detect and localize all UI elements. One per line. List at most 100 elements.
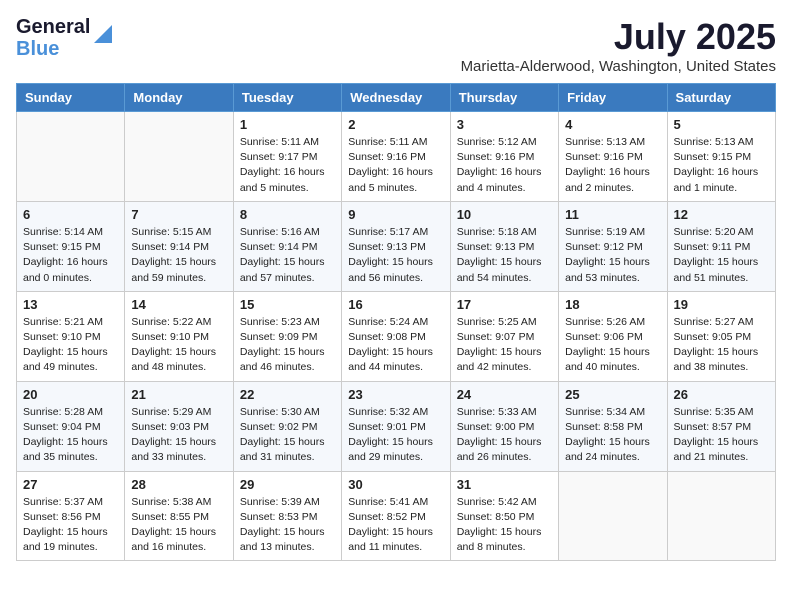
day-info: Sunrise: 5:12 AM Sunset: 9:16 PM Dayligh… bbox=[457, 135, 552, 196]
day-info: Sunrise: 5:42 AM Sunset: 8:50 PM Dayligh… bbox=[457, 495, 552, 556]
calendar-cell: 7 Sunrise: 5:15 AM Sunset: 9:14 PM Daylig… bbox=[125, 201, 233, 291]
day-number: 3 bbox=[457, 117, 552, 132]
calendar-cell: 20 Sunrise: 5:28 AM Sunset: 9:04 PM Dayli… bbox=[17, 381, 125, 471]
day-number: 5 bbox=[674, 117, 769, 132]
day-info: Sunrise: 5:27 AM Sunset: 9:05 PM Dayligh… bbox=[674, 315, 769, 376]
calendar-week-4: 20 Sunrise: 5:28 AM Sunset: 9:04 PM Dayli… bbox=[17, 381, 776, 471]
calendar-week-1: 1 Sunrise: 5:11 AM Sunset: 9:17 PM Daylig… bbox=[17, 112, 776, 202]
day-number: 16 bbox=[348, 297, 443, 312]
day-number: 25 bbox=[565, 387, 660, 402]
calendar-week-3: 13 Sunrise: 5:21 AM Sunset: 9:10 PM Dayli… bbox=[17, 291, 776, 381]
day-number: 6 bbox=[23, 207, 118, 222]
day-number: 20 bbox=[23, 387, 118, 402]
day-number: 10 bbox=[457, 207, 552, 222]
day-number: 27 bbox=[23, 477, 118, 492]
day-info: Sunrise: 5:15 AM Sunset: 9:14 PM Dayligh… bbox=[131, 225, 226, 286]
calendar-cell: 19Sunrise: 5:27 AM Sunset: 9:05 PM Dayli… bbox=[667, 291, 775, 381]
day-number: 18 bbox=[565, 297, 660, 312]
calendar-cell: 5 Sunrise: 5:13 AM Sunset: 9:15 PM Daylig… bbox=[667, 112, 775, 202]
calendar-table: SundayMondayTuesdayWednesdayThursdayFrid… bbox=[16, 83, 776, 561]
day-number: 11 bbox=[565, 207, 660, 222]
day-number: 8 bbox=[240, 207, 335, 222]
day-info: Sunrise: 5:23 AM Sunset: 9:09 PM Dayligh… bbox=[240, 315, 335, 376]
day-number: 1 bbox=[240, 117, 335, 132]
day-number: 17 bbox=[457, 297, 552, 312]
day-info: Sunrise: 5:18 AM Sunset: 9:13 PM Dayligh… bbox=[457, 225, 552, 286]
title-block: July 2025 Marietta-Alderwood, Washington… bbox=[461, 16, 776, 75]
day-number: 12 bbox=[674, 207, 769, 222]
logo-general-text: General bbox=[16, 16, 90, 38]
logo-blue-text: Blue bbox=[16, 38, 90, 60]
day-info: Sunrise: 5:30 AM Sunset: 9:02 PM Dayligh… bbox=[240, 405, 335, 466]
calendar-cell: 4 Sunrise: 5:13 AM Sunset: 9:16 PM Daylig… bbox=[559, 112, 667, 202]
calendar-cell bbox=[17, 112, 125, 202]
day-info: Sunrise: 5:21 AM Sunset: 9:10 PM Dayligh… bbox=[23, 315, 118, 376]
day-info: Sunrise: 5:11 AM Sunset: 9:16 PM Dayligh… bbox=[348, 135, 443, 196]
day-number: 14 bbox=[131, 297, 226, 312]
calendar-cell: 13 Sunrise: 5:21 AM Sunset: 9:10 PM Dayli… bbox=[17, 291, 125, 381]
day-number: 9 bbox=[348, 207, 443, 222]
calendar-cell: 21 Sunrise: 5:29 AM Sunset: 9:03 PM Dayli… bbox=[125, 381, 233, 471]
day-info: Sunrise: 5:22 AM Sunset: 9:10 PM Dayligh… bbox=[131, 315, 226, 376]
calendar-cell: 8 Sunrise: 5:16 AM Sunset: 9:14 PM Daylig… bbox=[233, 201, 341, 291]
day-info: Sunrise: 5:14 AM Sunset: 9:15 PM Dayligh… bbox=[23, 225, 118, 286]
day-number: 15 bbox=[240, 297, 335, 312]
weekday-header-monday: Monday bbox=[125, 84, 233, 112]
calendar-cell bbox=[559, 471, 667, 561]
calendar-cell: 9Sunrise: 5:17 AM Sunset: 9:13 PM Daylig… bbox=[342, 201, 450, 291]
day-info: Sunrise: 5:41 AM Sunset: 8:52 PM Dayligh… bbox=[348, 495, 443, 556]
day-number: 31 bbox=[457, 477, 552, 492]
day-info: Sunrise: 5:32 AM Sunset: 9:01 PM Dayligh… bbox=[348, 405, 443, 466]
day-number: 13 bbox=[23, 297, 118, 312]
calendar-week-2: 6 Sunrise: 5:14 AM Sunset: 9:15 PM Daylig… bbox=[17, 201, 776, 291]
calendar-cell: 25 Sunrise: 5:34 AM Sunset: 8:58 PM Dayli… bbox=[559, 381, 667, 471]
weekday-header-thursday: Thursday bbox=[450, 84, 558, 112]
day-number: 28 bbox=[131, 477, 226, 492]
day-info: Sunrise: 5:29 AM Sunset: 9:03 PM Dayligh… bbox=[131, 405, 226, 466]
location-title: Marietta-Alderwood, Washington, United S… bbox=[461, 58, 776, 75]
calendar-cell: 3 Sunrise: 5:12 AM Sunset: 9:16 PM Daylig… bbox=[450, 112, 558, 202]
weekday-header-tuesday: Tuesday bbox=[233, 84, 341, 112]
day-number: 24 bbox=[457, 387, 552, 402]
calendar-cell: 6 Sunrise: 5:14 AM Sunset: 9:15 PM Daylig… bbox=[17, 201, 125, 291]
day-number: 2 bbox=[348, 117, 443, 132]
calendar-cell: 27 Sunrise: 5:37 AM Sunset: 8:56 PM Dayli… bbox=[17, 471, 125, 561]
day-info: Sunrise: 5:16 AM Sunset: 9:14 PM Dayligh… bbox=[240, 225, 335, 286]
weekday-header-sunday: Sunday bbox=[17, 84, 125, 112]
calendar-cell: 10 Sunrise: 5:18 AM Sunset: 9:13 PM Dayli… bbox=[450, 201, 558, 291]
day-info: Sunrise: 5:24 AM Sunset: 9:08 PM Dayligh… bbox=[348, 315, 443, 376]
day-number: 4 bbox=[565, 117, 660, 132]
calendar-cell: 16 Sunrise: 5:24 AM Sunset: 9:08 PM Dayli… bbox=[342, 291, 450, 381]
day-info: Sunrise: 5:28 AM Sunset: 9:04 PM Dayligh… bbox=[23, 405, 118, 466]
calendar-cell: 17 Sunrise: 5:25 AM Sunset: 9:07 PM Dayli… bbox=[450, 291, 558, 381]
calendar-cell: 2 Sunrise: 5:11 AM Sunset: 9:16 PM Daylig… bbox=[342, 112, 450, 202]
day-info: Sunrise: 5:26 AM Sunset: 9:06 PM Dayligh… bbox=[565, 315, 660, 376]
day-info: Sunrise: 5:39 AM Sunset: 8:53 PM Dayligh… bbox=[240, 495, 335, 556]
day-info: Sunrise: 5:35 AM Sunset: 8:57 PM Dayligh… bbox=[674, 405, 769, 466]
calendar-cell: 24Sunrise: 5:33 AM Sunset: 9:00 PM Dayli… bbox=[450, 381, 558, 471]
day-info: Sunrise: 5:13 AM Sunset: 9:16 PM Dayligh… bbox=[565, 135, 660, 196]
day-info: Sunrise: 5:25 AM Sunset: 9:07 PM Dayligh… bbox=[457, 315, 552, 376]
calendar-cell: 12Sunrise: 5:20 AM Sunset: 9:11 PM Dayli… bbox=[667, 201, 775, 291]
calendar-cell: 15 Sunrise: 5:23 AM Sunset: 9:09 PM Dayli… bbox=[233, 291, 341, 381]
day-info: Sunrise: 5:13 AM Sunset: 9:15 PM Dayligh… bbox=[674, 135, 769, 196]
day-number: 22 bbox=[240, 387, 335, 402]
month-title: July 2025 bbox=[461, 16, 776, 58]
calendar-cell: 11 Sunrise: 5:19 AM Sunset: 9:12 PM Dayli… bbox=[559, 201, 667, 291]
day-info: Sunrise: 5:11 AM Sunset: 9:17 PM Dayligh… bbox=[240, 135, 335, 196]
day-number: 29 bbox=[240, 477, 335, 492]
weekday-header-row: SundayMondayTuesdayWednesdayThursdayFrid… bbox=[17, 84, 776, 112]
calendar-cell: 29 Sunrise: 5:39 AM Sunset: 8:53 PM Dayli… bbox=[233, 471, 341, 561]
calendar-cell: 28 Sunrise: 5:38 AM Sunset: 8:55 PM Dayli… bbox=[125, 471, 233, 561]
day-number: 26 bbox=[674, 387, 769, 402]
day-number: 21 bbox=[131, 387, 226, 402]
weekday-header-wednesday: Wednesday bbox=[342, 84, 450, 112]
day-info: Sunrise: 5:34 AM Sunset: 8:58 PM Dayligh… bbox=[565, 405, 660, 466]
calendar-week-5: 27 Sunrise: 5:37 AM Sunset: 8:56 PM Dayli… bbox=[17, 471, 776, 561]
logo: General Blue bbox=[16, 16, 112, 60]
day-number: 7 bbox=[131, 207, 226, 222]
calendar-cell: 26 Sunrise: 5:35 AM Sunset: 8:57 PM Dayli… bbox=[667, 381, 775, 471]
day-info: Sunrise: 5:38 AM Sunset: 8:55 PM Dayligh… bbox=[131, 495, 226, 556]
day-info: Sunrise: 5:37 AM Sunset: 8:56 PM Dayligh… bbox=[23, 495, 118, 556]
day-info: Sunrise: 5:19 AM Sunset: 9:12 PM Dayligh… bbox=[565, 225, 660, 286]
